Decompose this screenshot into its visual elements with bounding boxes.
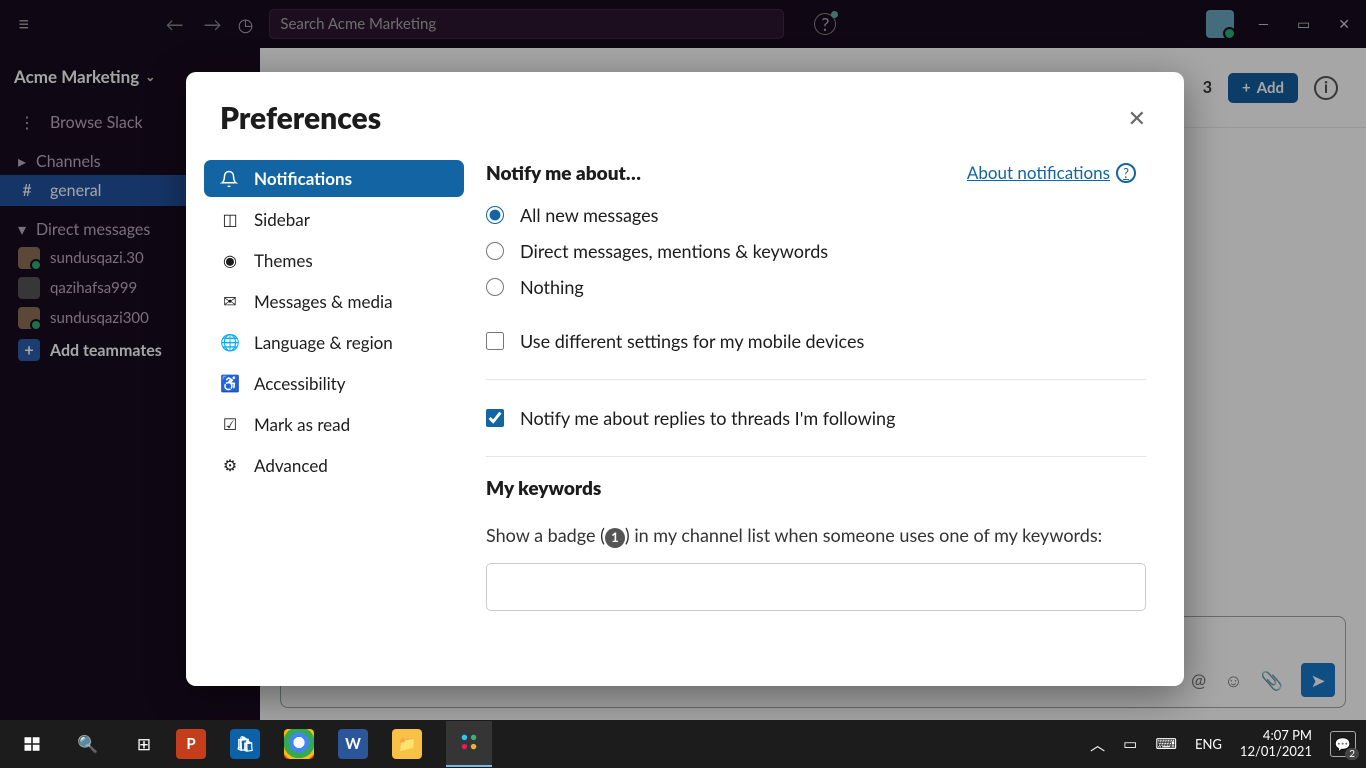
radio-label: Nothing	[520, 276, 584, 298]
keywords-description: Show a badge (1) in my channel list when…	[486, 522, 1146, 549]
checkbox-input[interactable]	[486, 409, 504, 427]
check-label: Notify me about replies to threads I'm f…	[520, 407, 895, 429]
category-label: Sidebar	[254, 209, 310, 230]
chat-icon: ✉	[220, 292, 240, 311]
taskbar-clock[interactable]: 4:07 PM 12/01/2021	[1240, 728, 1312, 759]
language-indicator[interactable]: ENG	[1195, 736, 1222, 752]
radio-nothing[interactable]: Nothing	[486, 269, 1146, 305]
preferences-categories: Notifications ◫ Sidebar ◉ Themes ✉ Messages…	[204, 142, 464, 686]
taskbar-store[interactable]: 🛍	[230, 729, 260, 759]
radio-dm-mentions[interactable]: Direct messages, mentions & keywords	[486, 233, 1146, 269]
category-label: Advanced	[254, 455, 328, 476]
radio-input[interactable]	[486, 278, 504, 296]
bell-icon	[220, 170, 240, 188]
checkbox-input[interactable]	[486, 332, 504, 350]
start-button[interactable]	[18, 730, 46, 758]
action-center-icon[interactable]: 💬2	[1330, 731, 1356, 757]
checkbox-mobile-diff[interactable]: Use different settings for my mobile dev…	[486, 323, 1146, 359]
battery-icon[interactable]: ▭	[1123, 735, 1137, 753]
category-sidebar[interactable]: ◫ Sidebar	[204, 201, 464, 238]
category-label: Notifications	[254, 168, 352, 189]
taskbar-chrome[interactable]	[284, 729, 314, 759]
taskbar-slack[interactable]	[446, 721, 492, 767]
time: 4:07 PM	[1263, 728, 1312, 744]
eye-icon: ◉	[220, 251, 240, 270]
category-notifications[interactable]: Notifications	[204, 160, 464, 197]
category-label: Accessibility	[254, 373, 346, 394]
taskbar-powerpoint[interactable]: P	[176, 729, 206, 759]
preferences-modal: Preferences ✕ Notifications ◫ Sidebar ◉ Th…	[186, 72, 1184, 686]
category-label: Themes	[254, 250, 313, 271]
category-label: Mark as read	[254, 414, 350, 435]
tray-chevron-icon[interactable]: ︿	[1090, 734, 1105, 755]
check-icon: ☑	[220, 415, 240, 434]
notif-badge: 2	[1345, 748, 1359, 760]
radio-label: Direct messages, mentions & keywords	[520, 240, 828, 262]
keywords-heading: My keywords	[486, 477, 1146, 500]
category-accessibility[interactable]: ♿ Accessibility	[204, 365, 464, 402]
question-icon: ?	[1116, 163, 1136, 183]
radio-label: All new messages	[520, 204, 658, 226]
badge-icon: 1	[605, 528, 625, 548]
search-icon[interactable]: 🔍	[74, 730, 102, 758]
category-label: Language & region	[254, 332, 393, 353]
globe-icon: 🌐	[220, 333, 240, 352]
divider	[486, 379, 1146, 380]
keywords-input[interactable]	[486, 563, 1146, 611]
radio-all-messages[interactable]: All new messages	[486, 197, 1146, 233]
divider	[486, 456, 1146, 457]
close-icon[interactable]: ✕	[1124, 100, 1150, 136]
category-language[interactable]: 🌐 Language & region	[204, 324, 464, 361]
taskbar-word[interactable]: W	[338, 729, 368, 759]
about-notifications-link[interactable]: About notifications ?	[967, 162, 1136, 183]
category-advanced[interactable]: ⚙ Advanced	[204, 447, 464, 484]
check-label: Use different settings for my mobile dev…	[520, 330, 864, 352]
category-themes[interactable]: ◉ Themes	[204, 242, 464, 279]
radio-input[interactable]	[486, 242, 504, 260]
category-messages[interactable]: ✉ Messages & media	[204, 283, 464, 320]
category-label: Messages & media	[254, 291, 393, 312]
accessibility-icon: ♿	[220, 374, 240, 393]
radio-input[interactable]	[486, 206, 504, 224]
modal-header: Preferences ✕	[186, 72, 1184, 142]
notifications-panel: About notifications ? Notify me about… A…	[464, 142, 1184, 686]
slack-app: ≡ ← → ◷ Search Acme Marketing ? — ▭ ✕ Ac…	[0, 0, 1366, 720]
about-label: About notifications	[967, 162, 1110, 183]
windows-taskbar: 🔍 ⊞ P 🛍 W 📁 ︿ ▭ ⌨ ENG 4:07 PM 12/01/2021…	[0, 720, 1366, 768]
gear-icon: ⚙	[220, 456, 240, 475]
checkbox-thread-replies[interactable]: Notify me about replies to threads I'm f…	[486, 400, 1146, 436]
task-view-icon[interactable]: ⊞	[130, 730, 158, 758]
taskbar-explorer[interactable]: 📁	[392, 729, 422, 759]
sidebar-icon: ◫	[220, 210, 240, 229]
modal-title: Preferences	[220, 100, 381, 136]
category-mark-read[interactable]: ☑ Mark as read	[204, 406, 464, 443]
keyboard-icon[interactable]: ⌨	[1155, 735, 1177, 753]
date: 12/01/2021	[1240, 744, 1312, 760]
